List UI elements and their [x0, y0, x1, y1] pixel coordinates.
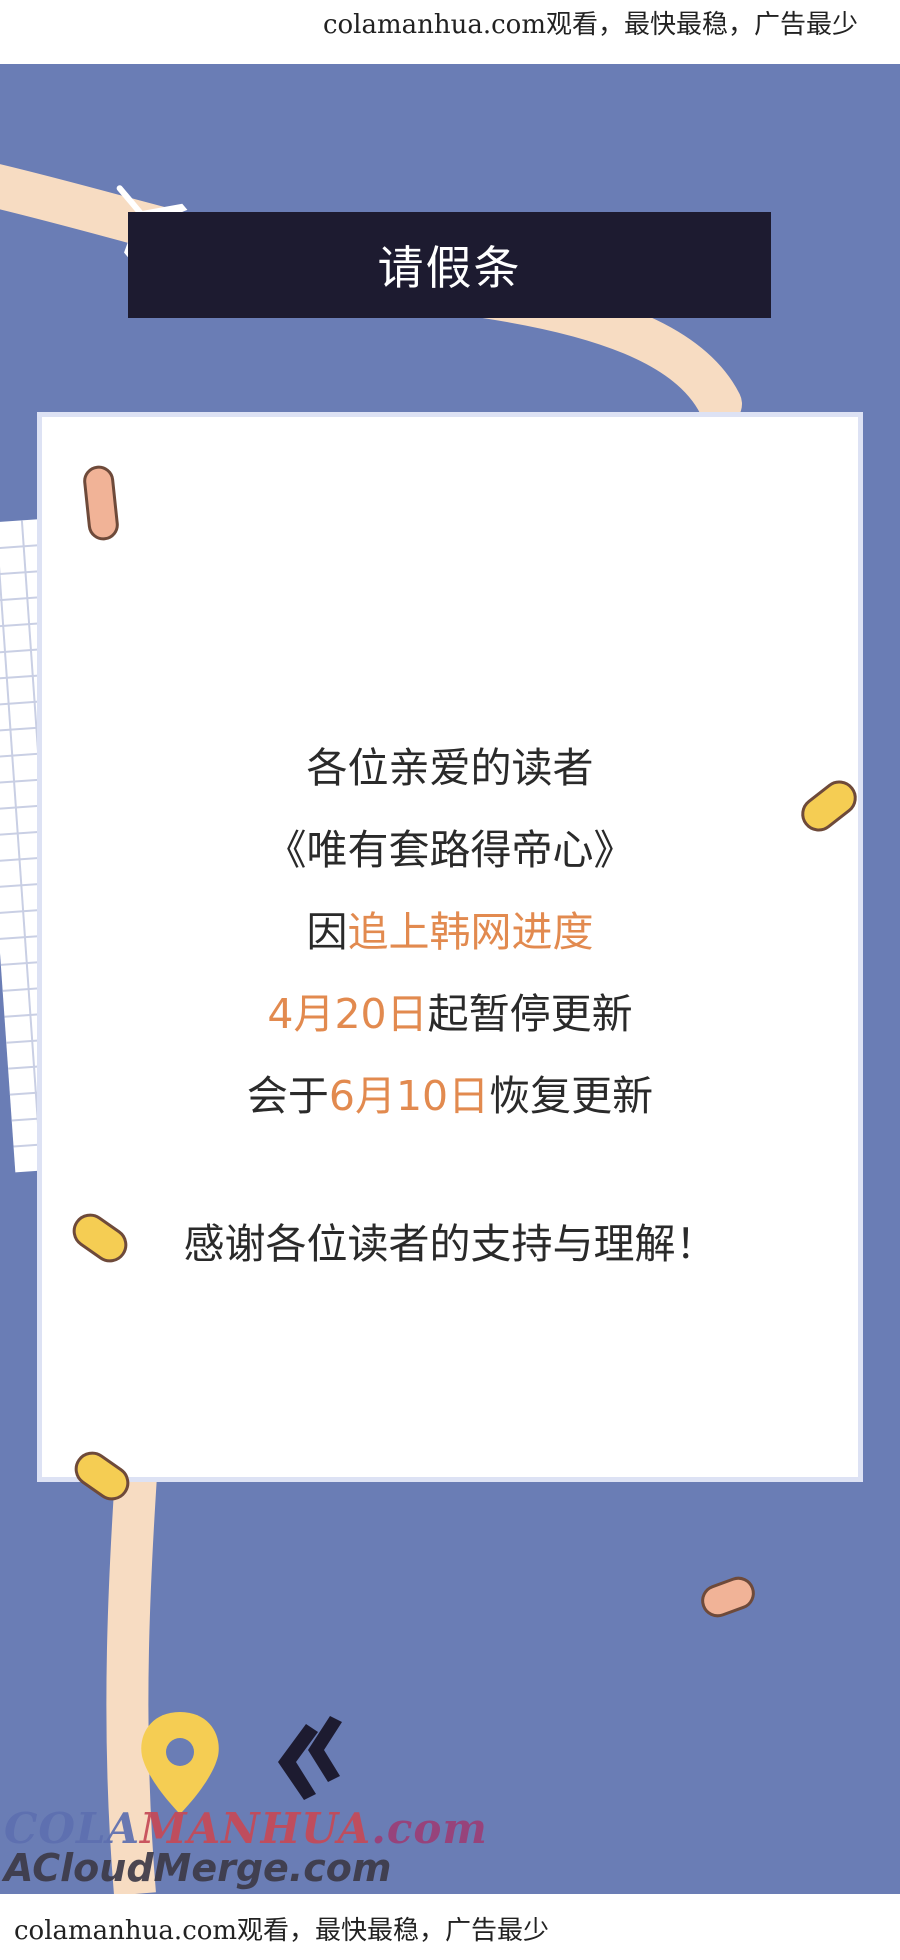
notice-thanks: 感谢各位读者的支持与理解！: [183, 1220, 717, 1268]
leave-notice-poster: 请假条 各位亲爱的读者 《唯有套路得帝心》 因追上韩网进度 4月20日起暂停更新…: [0, 64, 900, 1894]
top-banner: colamanhua.com观看，最快最稳，广告最少: [0, 0, 900, 64]
notice-text: 各位亲爱的读者 《唯有套路得帝心》 因追上韩网进度 4月20日起暂停更新 会于6…: [42, 727, 858, 1285]
notice-card: 各位亲爱的读者 《唯有套路得帝心》 因追上韩网进度 4月20日起暂停更新 会于6…: [37, 412, 863, 1482]
location-pin-icon: [141, 1712, 219, 1814]
notice-reason-highlight: 追上韩网进度: [347, 908, 594, 956]
notice-pause-line: 4月20日起暂停更新: [42, 973, 858, 1055]
notice-resume-date: 6月10日: [328, 1072, 490, 1120]
bottom-banner: colamanhua.com观看，最快最稳，广告最少: [0, 1894, 900, 1960]
pill-peach-top: [83, 465, 119, 541]
notice-reason-prefix: 因: [306, 908, 348, 956]
notice-greeting: 各位亲爱的读者: [306, 744, 594, 792]
bottom-banner-text: colamanhua.com观看，最快最稳，广告最少: [14, 1916, 550, 1946]
title-bar: 请假条: [128, 212, 771, 318]
poster-title: 请假条: [377, 241, 522, 295]
notice-reason-line: 因追上韩网进度: [42, 891, 858, 973]
watermark-acloudmerge: ACloudMerge.com: [4, 1846, 392, 1890]
notice-resume-text: 恢复更新: [489, 1072, 654, 1120]
notice-work-title: 《唯有套路得帝心》: [265, 826, 635, 874]
notice-pause-text: 起暂停更新: [427, 990, 633, 1038]
chevron-marks-icon: [278, 1716, 342, 1800]
pill-peach-bottom: [701, 1576, 755, 1618]
top-banner-text: colamanhua.com观看，最快最稳，广告最少: [322, 10, 858, 40]
notice-resume-line: 会于6月10日恢复更新: [42, 1055, 858, 1137]
notice-resume-prefix: 会于: [246, 1072, 329, 1120]
notice-pause-date: 4月20日: [267, 990, 428, 1038]
